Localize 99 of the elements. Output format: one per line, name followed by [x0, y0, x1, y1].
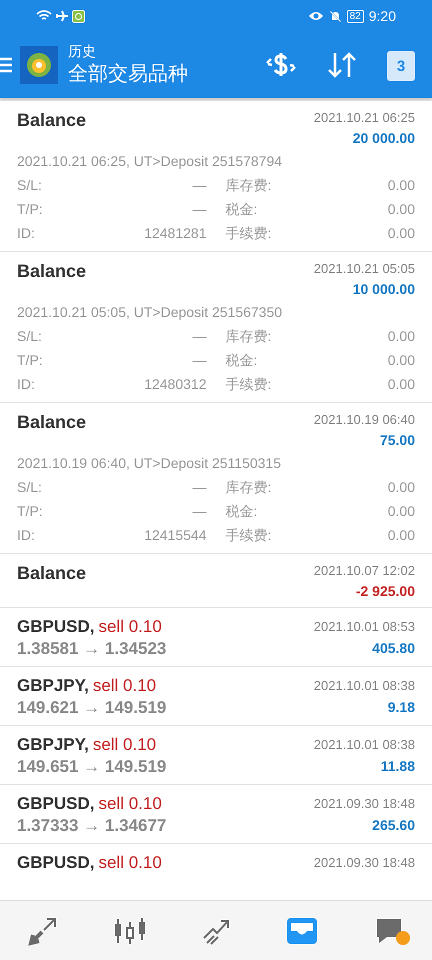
detail-value: 0.00 [388, 478, 415, 497]
record-amount: 265.60 [372, 816, 415, 835]
detail-value: 0.00 [388, 176, 415, 195]
record-amount: 20 000.00 [352, 129, 415, 148]
app-notification-icon [72, 10, 85, 22]
toolbar-title: 全部交易品种 [68, 62, 188, 87]
detail-label: 手续费: [226, 224, 272, 243]
trade-symbol: GBPJPY, [17, 734, 89, 756]
trade-symbol: GBPUSD, [17, 616, 94, 638]
record-amount: -2 925.00 [356, 582, 415, 601]
trade-side: sell 0.10 [98, 852, 162, 874]
record-comment: 2021.10.21 06:25, UT>Deposit 251578794 [17, 152, 284, 171]
record-amount: 405.80 [372, 639, 415, 658]
record-date: 2021.09.30 18:48 [314, 854, 415, 872]
record-date: 2021.09.30 18:48 [314, 795, 415, 813]
detail-value: 0.00 [388, 375, 415, 394]
trade-prices: 1.37333 → 1.34677 [17, 815, 166, 837]
bell-off-icon [328, 10, 342, 22]
trade-record[interactable]: GBPUSD, sell 0.10 1.38581 → 1.34523 2021.10.01 08:53 405.80 [0, 608, 432, 667]
record-date: 2021.10.21 06:25 [314, 109, 415, 127]
detail-value: — [192, 327, 206, 346]
trade-side: sell 0.10 [92, 734, 156, 756]
eye-icon [308, 10, 324, 22]
detail-value: 12415544 [144, 526, 206, 545]
detail-label: 库存费: [226, 176, 272, 195]
detail-value: — [192, 176, 206, 195]
trade-prices: 149.621 → 149.519 [17, 697, 166, 719]
detail-label: S/L: [17, 478, 42, 497]
inbox-icon [286, 916, 318, 946]
detail-label: 手续费: [226, 526, 272, 545]
clock-time: 9:20 [368, 6, 396, 26]
detail-value: 0.00 [388, 502, 415, 521]
wifi-icon [36, 10, 52, 22]
detail-label: 税金: [226, 502, 258, 521]
balance-record[interactable]: Balance 2021.10.07 12:02 -2 925.00 [0, 554, 432, 608]
record-title: Balance [17, 562, 86, 585]
detail-value: 12480312 [144, 375, 206, 394]
record-date: 2021.10.01 08:53 [314, 618, 415, 636]
trade-side: sell 0.10 [92, 675, 156, 697]
record-title: Balance [17, 260, 86, 283]
sort-arrows-icon[interactable] [327, 51, 357, 79]
detail-value: — [192, 351, 206, 370]
record-amount: 9.18 [388, 698, 415, 717]
trade-side: sell 0.10 [98, 616, 162, 638]
trade-prices: 1.38581 → 1.34523 [17, 638, 166, 660]
trade-symbol: GBPJPY, [17, 675, 89, 697]
trade-record[interactable]: GBPUSD, sell 0.10 2021.09.30 18:48 [0, 844, 432, 900]
detail-value: — [192, 502, 206, 521]
detail-label: 税金: [226, 200, 258, 219]
detail-label: 手续费: [226, 375, 272, 394]
balance-record[interactable]: Balance 2021.10.19 06:40 75.00 2021.10.19 06:40, UT>Deposit 251150315 S/L: — 库存费: 0.00 T/P: — 税金: 0.00 ID: 12415544 手续费: 0.00 [0, 403, 432, 554]
record-title: Balance [17, 411, 86, 434]
detail-value: 0.00 [388, 351, 415, 370]
detail-label: S/L: [17, 176, 42, 195]
trade-symbol: GBPUSD, [17, 852, 94, 874]
trade-symbol: GBPUSD, [17, 793, 94, 815]
record-amount: 10 000.00 [352, 280, 415, 299]
detail-label: T/P: [17, 200, 43, 219]
battery-indicator: 82 [346, 10, 364, 22]
record-title: Balance [17, 109, 86, 132]
detail-label: 库存费: [226, 478, 272, 497]
detail-label: 库存费: [226, 327, 272, 346]
detail-label: T/P: [17, 351, 43, 370]
airplane-icon [55, 9, 69, 23]
trade-prices: 149.651 → 149.519 [17, 756, 166, 778]
trade-side: sell 0.10 [98, 793, 162, 815]
detail-value: 0.00 [388, 224, 415, 243]
record-date: 2021.10.21 05:05 [314, 260, 415, 278]
diagonal-arrows-icon [28, 916, 58, 946]
detail-label: 税金: [226, 351, 258, 370]
balance-record[interactable]: Balance 2021.10.21 06:25 20 000.00 2021.10.21 06:25, UT>Deposit 251578794 S/L: — 库存费: 0.00 T/P: — 税金: 0.00 ID: 12481281 手续费: 0.00 [0, 101, 432, 252]
detail-label: ID: [17, 375, 35, 394]
trade-record[interactable]: GBPJPY, sell 0.10 149.621 → 149.519 2021.10.01 08:38 9.18 [0, 667, 432, 726]
record-date: 2021.10.01 08:38 [314, 736, 415, 754]
record-date: 2021.10.01 08:38 [314, 677, 415, 695]
detail-label: ID: [17, 224, 35, 243]
record-date: 2021.10.19 06:40 [314, 411, 415, 429]
detail-value: 0.00 [388, 526, 415, 545]
detail-value: 0.00 [388, 327, 415, 346]
detail-label: T/P: [17, 502, 43, 521]
detail-value: — [192, 478, 206, 497]
record-comment: 2021.10.19 06:40, UT>Deposit 251150315 [17, 454, 282, 473]
detail-label: ID: [17, 526, 35, 545]
detail-value: 0.00 [388, 200, 415, 219]
currency-exchange-icon[interactable] [265, 51, 297, 79]
app-logo-icon [20, 46, 58, 84]
trade-record[interactable]: GBPUSD, sell 0.10 1.37333 → 1.34677 2021.09.30 18:48 265.60 [0, 785, 432, 844]
menu-icon[interactable] [0, 57, 12, 73]
candlestick-icon [112, 916, 147, 946]
record-date: 2021.10.07 12:02 [314, 562, 415, 580]
detail-value: 12481281 [144, 224, 206, 243]
detail-value: — [192, 200, 206, 219]
record-comment: 2021.10.21 05:05, UT>Deposit 251567350 [17, 303, 284, 322]
record-amount: 75.00 [380, 431, 415, 450]
detail-label: S/L: [17, 327, 42, 346]
balance-record[interactable]: Balance 2021.10.21 05:05 10 000.00 2021.10.21 05:05, UT>Deposit 251567350 S/L: — 库存费: 0.00 T/P: — 税金: 0.00 ID: 12480312 手续费: 0.00 [0, 252, 432, 403]
record-amount: 11.88 [380, 757, 415, 776]
trade-record[interactable]: GBPJPY, sell 0.10 149.651 → 149.519 2021.10.01 08:38 11.88 [0, 726, 432, 785]
toolbar-subtitle: 历史 [68, 42, 97, 60]
